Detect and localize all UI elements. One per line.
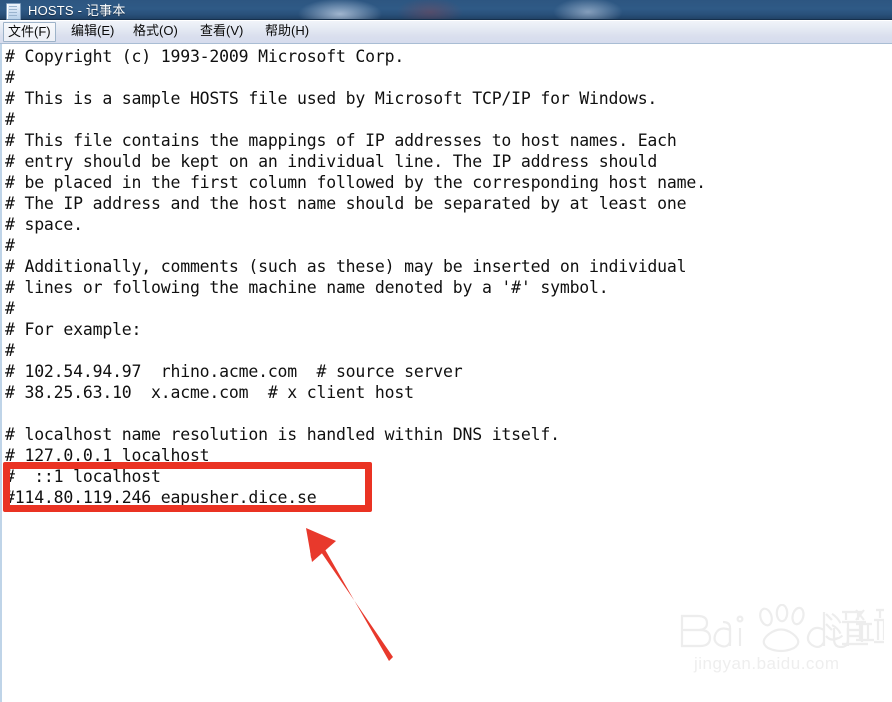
notepad-icon (6, 3, 21, 20)
editor-line: # The IP address and the host name shoul… (5, 194, 687, 213)
menu-view[interactable]: 查看(V) (195, 22, 248, 40)
editor-line: # This file contains the mappings of IP … (5, 131, 677, 150)
notepad-window: HOSTS - 记事本 文件(F) 编辑(E) 格式(O) 查看(V) 帮助(H… (0, 0, 892, 702)
window-title: HOSTS - 记事本 (28, 3, 126, 18)
editor-line: #114.80.119.246 eapusher.dice.se (5, 488, 317, 507)
editor-line: # (5, 68, 15, 87)
editor-line: # 38.25.63.10 x.acme.com # x client host (5, 383, 414, 402)
menu-format[interactable]: 格式(O) (128, 22, 183, 40)
editor-line: # space. (5, 215, 83, 234)
editor-line: # (5, 341, 15, 360)
menu-file[interactable]: 文件(F) (3, 22, 56, 42)
editor-line: # Copyright (c) 1993-2009 Microsoft Corp… (5, 47, 405, 66)
menu-edit[interactable]: 编辑(E) (66, 22, 119, 40)
editor-line: # For example: (5, 320, 142, 339)
editor-line: # (5, 236, 15, 255)
editor-line: # lines or following the machine name de… (5, 278, 609, 297)
menu-help[interactable]: 帮助(H) (260, 22, 314, 40)
editor-line: # be placed in the first column followed… (5, 173, 706, 192)
editor-line: # Additionally, comments (such as these)… (5, 257, 687, 276)
editor-line: # ::1 localhost (5, 467, 161, 486)
editor-line: # entry should be kept on an individual … (5, 152, 658, 171)
editor-line: # 127.0.0.1 localhost (5, 446, 210, 465)
editor-line: # 102.54.94.97 rhino.acme.com # source s… (5, 362, 463, 381)
text-editor-area[interactable]: # Copyright (c) 1993-2009 Microsoft Corp… (0, 44, 892, 702)
editor-line: # This is a sample HOSTS file used by Mi… (5, 89, 658, 108)
editor-line: # (5, 110, 15, 129)
editor-line: # (5, 299, 15, 318)
editor-line: # localhost name resolution is handled w… (5, 425, 560, 444)
window-titlebar[interactable]: HOSTS - 记事本 (0, 0, 892, 20)
menubar: 文件(F) 编辑(E) 格式(O) 查看(V) 帮助(H) (0, 20, 892, 44)
